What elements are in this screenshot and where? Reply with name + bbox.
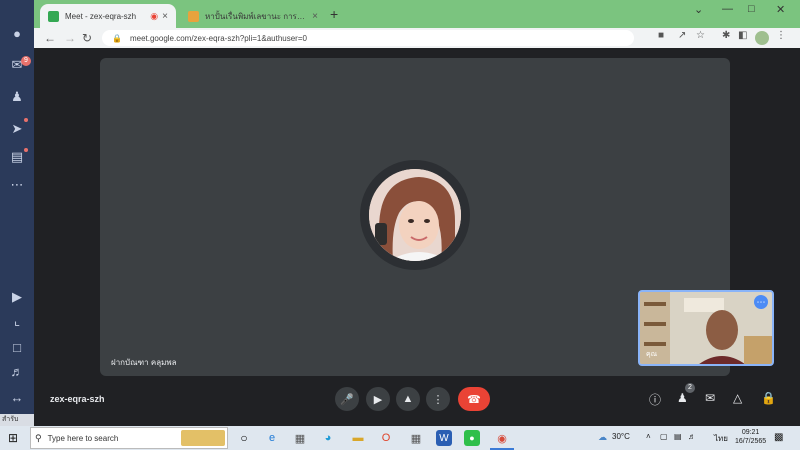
edge-icon[interactable]: ◕: [320, 430, 336, 446]
volume-icon[interactable]: ♬: [8, 362, 26, 380]
crop-icon[interactable]: ⌞: [8, 312, 26, 330]
share-icon[interactable]: ↗: [678, 30, 686, 41]
meet-area: ฝากบัณฑา คลุมพล ⋯ คุณ zex-eqra-szh 🎤 ▶ ▲…: [34, 48, 800, 426]
windows-start-icon[interactable]: ⊞: [8, 431, 18, 445]
doc-favicon-icon: [188, 10, 199, 22]
send-icon[interactable]: ➤: [8, 120, 26, 138]
recording-icon: ◉: [150, 10, 159, 21]
line-icon[interactable]: ●: [464, 430, 480, 446]
more-circle-icon[interactable]: ⋯: [8, 176, 26, 194]
left-app-sidebar: ● ✉ 9 ♟ ➤ ▤ ⋯ ▶ ⌞ □ ♬ ↔ สำรับ: [0, 0, 34, 426]
expand-icon[interactable]: ↔: [8, 388, 26, 406]
screen: ● ✉ 9 ♟ ➤ ▤ ⋯ ▶ ⌞ □ ♬ ↔ สำรับ Meet - zex…: [0, 0, 800, 450]
bookmark-icon[interactable]: □: [8, 338, 26, 356]
close-tab-icon[interactable]: ×: [162, 11, 168, 22]
reload-icon[interactable]: ↻: [82, 30, 92, 46]
tab-meet[interactable]: Meet - zex-eqra-szh ◉ ×: [40, 4, 176, 28]
url-text: meet.google.com/zex-eqra-szh?pli=1&authu…: [129, 33, 307, 43]
speaker-icon[interactable]: ♬: [688, 432, 696, 441]
clock-time: 09:21: [741, 429, 760, 436]
weather-icon[interactable]: ☁: [598, 432, 607, 443]
meet-control-bar: zex-eqra-szh 🎤 ▶ ▲ ⋮ ☎ ⓘ ♟ 2 ✉ △ 🔒: [34, 378, 800, 426]
camera-button[interactable]: ▶: [366, 387, 390, 411]
file-explorer-icon[interactable]: ▬: [350, 430, 366, 446]
host-controls-icon[interactable]: 🔒: [761, 391, 776, 405]
maximize-icon[interactable]: □: [748, 3, 755, 15]
activities-icon[interactable]: △: [733, 391, 742, 405]
app-icon[interactable]: ▦: [408, 430, 424, 446]
more-vert-icon: ⋮: [432, 393, 444, 406]
network-icon[interactable]: ▤: [674, 432, 682, 441]
tab-title: Meet - zex-eqra-szh: [65, 11, 137, 21]
new-tab-icon[interactable]: +: [330, 6, 338, 22]
task-view-icon[interactable]: ○: [236, 430, 252, 446]
chevron-down-icon[interactable]: ⌄: [694, 3, 703, 16]
camera-indicator-icon[interactable]: ■: [658, 30, 664, 41]
chrome-icon[interactable]: ◉: [494, 430, 510, 446]
taskbar-search-box[interactable]: ⚲ Type here to search: [30, 427, 228, 449]
notifications-icon[interactable]: ▩: [774, 432, 783, 443]
windows-taskbar: ⊞ ⚲ Type here to search ○ e ▦ ◕ ▬ O ▦ W …: [0, 426, 800, 450]
close-tab-icon[interactable]: ×: [312, 11, 318, 22]
end-call-icon: ☎: [467, 393, 481, 406]
notes-dot: [24, 148, 28, 152]
present-icon: ▲: [402, 393, 414, 405]
self-view-more-icon[interactable]: ⋯: [754, 295, 768, 309]
meeting-details-icon[interactable]: ⓘ: [649, 391, 661, 408]
side-panel-icon[interactable]: ◧: [738, 30, 747, 41]
people-count-badge: 2: [685, 383, 695, 393]
browser-tab-bar: Meet - zex-eqra-szh ◉ × หาปั้นเรื่นพิมพ์…: [34, 0, 800, 28]
participant-name: ฝากบัณฑา คลุมพล: [111, 358, 177, 367]
tray-app-icon[interactable]: ▢: [660, 432, 668, 441]
people-icon[interactable]: ♟: [677, 391, 688, 405]
tab-title: หาปั้นเรื่นพิมพ์เลขานะ การบัญชีเบื้องต้น: [205, 11, 309, 21]
present-button[interactable]: ▲: [396, 387, 420, 411]
chat-badge: 9: [21, 56, 31, 66]
account-icon[interactable]: ●: [8, 24, 26, 42]
microphone-icon: 🎤: [340, 393, 354, 406]
browser-toolbar: ← → ↻ 🔒 meet.google.com/zex-eqra-szh?pli…: [34, 28, 800, 48]
self-view-tile[interactable]: ⋯ คุณ: [638, 290, 774, 366]
send-dot: [24, 118, 28, 122]
self-view-name: คุณ: [646, 351, 658, 358]
search-placeholder: Type here to search: [47, 433, 119, 443]
word-icon[interactable]: W: [436, 430, 452, 446]
menu-kebab-icon[interactable]: ⋮: [776, 30, 786, 41]
tray-chevron-icon[interactable]: ˄: [646, 432, 651, 441]
video-icon[interactable]: ▶: [8, 288, 26, 306]
close-window-icon[interactable]: ✕: [776, 3, 785, 16]
back-icon[interactable]: ←: [44, 30, 56, 46]
edge-legacy-icon[interactable]: e: [264, 430, 280, 446]
more-options-button[interactable]: ⋮: [426, 387, 450, 411]
forward-icon[interactable]: →: [64, 30, 76, 46]
clock-date: 16/7/2565: [735, 438, 767, 445]
meeting-code: zex-eqra-szh: [50, 394, 105, 404]
search-icon: ⚲: [35, 432, 42, 443]
bookmark-star-icon[interactable]: ☆: [696, 30, 705, 41]
sidebar-bottom-strip: สำรับ: [0, 414, 34, 426]
system-clock[interactable]: 09:21 16/7/2565: [735, 428, 766, 446]
opera-icon[interactable]: O: [378, 430, 394, 446]
search-highlight-image: [181, 430, 225, 446]
minimize-icon[interactable]: —: [722, 3, 733, 15]
leave-call-button[interactable]: ☎: [458, 387, 490, 411]
microphone-button[interactable]: 🎤: [335, 387, 359, 411]
store-icon[interactable]: ▦: [292, 430, 308, 446]
tab-document[interactable]: หาปั้นเรื่นพิมพ์เลขานะ การบัญชีเบื้องต้น…: [180, 4, 326, 28]
add-person-icon[interactable]: ♟: [8, 88, 26, 106]
extensions-icon[interactable]: ✱: [722, 30, 730, 41]
address-bar[interactable]: 🔒 meet.google.com/zex-eqra-szh?pli=1&aut…: [102, 30, 634, 46]
profile-avatar[interactable]: [755, 31, 769, 45]
participant-avatar: [369, 169, 461, 261]
weather-temp: 30°C: [612, 432, 630, 441]
camera-icon: ▶: [373, 393, 383, 406]
meet-favicon-icon: [48, 10, 59, 22]
lock-icon: 🔒: [112, 33, 122, 43]
chat-icon[interactable]: ✉: [705, 391, 715, 405]
input-language[interactable]: ไทย: [714, 432, 728, 445]
